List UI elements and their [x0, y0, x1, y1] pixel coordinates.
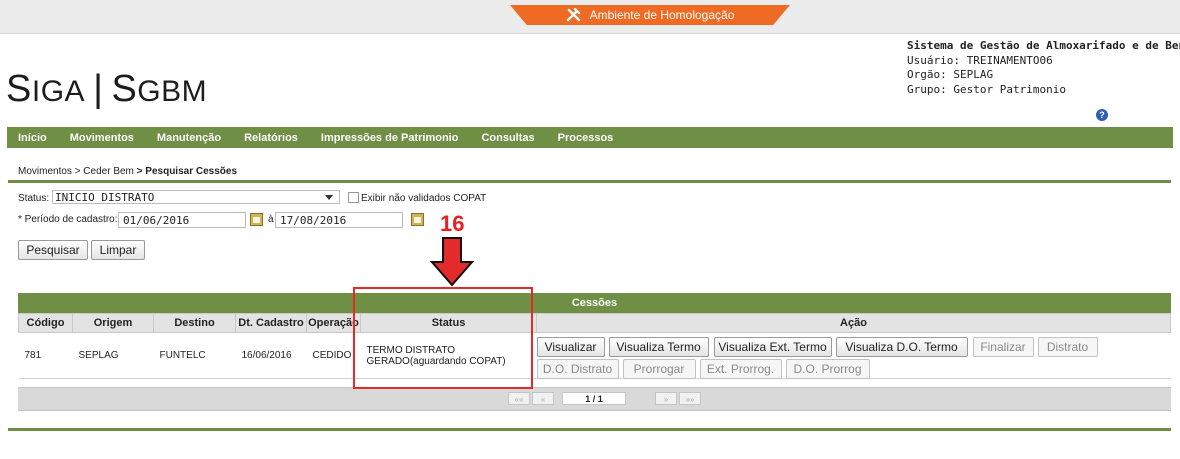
cell-dt-cadastro: 16/06/2016	[235, 332, 307, 379]
breadcrumb-movimentos[interactable]: Movimentos	[18, 166, 72, 177]
copat-checkbox-label: Exibir não validados COPAT	[361, 193, 487, 204]
visualiza-do-termo-button[interactable]: Visualiza D.O. Termo	[835, 337, 968, 357]
system-name: Sistema de Gestão de Almoxarifado e de B…	[907, 39, 1180, 52]
nav-item-manutencao[interactable]: Manutenção	[157, 132, 221, 144]
nav-item-relatorios[interactable]: Relatórios	[244, 132, 298, 144]
status-line-1: TERMO DISTRATO	[366, 344, 456, 356]
red-arrow-icon	[430, 237, 474, 287]
search-button[interactable]: Pesquisar	[18, 240, 88, 260]
table-header-row: Código Origem Destino Dt. Cadastro Opera…	[18, 313, 1171, 333]
first-page-button[interactable]: ««	[508, 392, 530, 405]
cell-destino: FUNTELC	[153, 332, 236, 379]
ext-prorrog-button[interactable]: Ext. Prorrog.	[699, 359, 782, 379]
system-info: Sistema de Gestão de Almoxarifado e de B…	[907, 39, 1180, 97]
date-to-input[interactable]: 17/08/2016	[275, 212, 403, 228]
nav-item-consultas[interactable]: Consultas	[481, 132, 534, 144]
last-page-button[interactable]: »»	[679, 392, 701, 405]
status-label: Status:	[18, 193, 50, 204]
clear-button[interactable]: Limpar	[91, 240, 145, 260]
distrato-button[interactable]: Distrato	[1037, 337, 1098, 357]
date-separator: à	[268, 214, 274, 225]
chevron-down-icon	[325, 195, 333, 200]
page-indicator: 1 / 1	[562, 392, 626, 405]
breadcrumb-ceder-bem[interactable]: > Ceder Bem	[75, 166, 134, 177]
col-origem: Origem	[72, 313, 154, 333]
main-nav: Início Movimentos Manutenção Relatórios …	[7, 127, 1173, 148]
pagination: «« « 1 / 1 » »»	[18, 387, 1171, 411]
environment-label: Ambiente de Homologação	[589, 8, 735, 22]
siga-sgbm-logo: SIGA | SGBM	[6, 68, 208, 110]
nav-item-processos[interactable]: Processos	[558, 132, 614, 144]
do-distrato-button[interactable]: D.O. Distrato	[536, 359, 619, 379]
breadcrumb-current: > Pesquisar Cessões	[136, 166, 238, 177]
visualizar-button[interactable]: Visualizar	[536, 337, 605, 357]
prev-page-button[interactable]: «	[532, 392, 554, 405]
do-prorrog-button[interactable]: D.O. Prorrog	[785, 359, 870, 379]
tools-icon	[566, 8, 580, 22]
status-select[interactable]: INICIO DISTRATO	[52, 190, 340, 204]
divider	[8, 180, 1171, 183]
cell-operacao: CEDIDO	[306, 332, 361, 379]
finalizar-button[interactable]: Finalizar	[972, 337, 1034, 357]
step-annotation: 16	[440, 211, 465, 236]
cell-codigo: 781	[18, 332, 73, 379]
period-label: * Período de cadastro:	[18, 214, 118, 225]
org-info: Orgão: SEPLAG	[907, 68, 994, 81]
nav-item-movimentos[interactable]: Movimentos	[70, 132, 134, 144]
user-info: Usuário: TREINAMENTO06	[907, 53, 1053, 67]
table-title: Cessões	[18, 293, 1171, 313]
footer-divider	[8, 428, 1171, 431]
visualiza-ext-termo-button[interactable]: Visualiza Ext. Termo	[713, 337, 832, 357]
col-operacao: Operação	[306, 313, 361, 333]
top-bar: Ambiente de Homologação	[0, 0, 1180, 34]
date-from-input[interactable]: 01/06/2016	[118, 212, 246, 228]
col-destino: Destino	[153, 313, 236, 333]
table-row: 781 SEPLAG FUNTELC 16/06/2016 CEDIDO TER…	[18, 332, 1171, 379]
prorrogar-button[interactable]: Prorrogar	[622, 359, 696, 379]
calendar-icon[interactable]	[250, 213, 263, 226]
environment-banner: Ambiente de Homologação	[510, 5, 790, 25]
status-line-2: GERADO(aguardando COPAT)	[366, 355, 506, 367]
calendar-icon[interactable]	[411, 213, 424, 226]
breadcrumb: Movimentos > Ceder Bem > Pesquisar Cessõ…	[18, 166, 237, 177]
next-page-button[interactable]: »	[655, 392, 677, 405]
col-acao: Ação	[536, 313, 1171, 333]
cessoes-table: Código Origem Destino Dt. Cadastro Opera…	[18, 313, 1171, 379]
group-info: Grupo: Gestor Patrimonio	[907, 82, 1066, 96]
nav-item-inicio[interactable]: Início	[18, 132, 47, 144]
cell-acao: Visualizar Visualiza Termo Visualiza Ext…	[536, 332, 1171, 379]
copat-checkbox[interactable]	[348, 192, 359, 203]
cell-origem: SEPLAG	[72, 332, 154, 379]
help-icon[interactable]: ?	[1096, 109, 1108, 121]
nav-item-impressoes[interactable]: Impressões de Patrimonio	[321, 132, 459, 144]
col-codigo: Código	[18, 313, 73, 333]
col-dt-cadastro: Dt. Cadastro	[235, 313, 307, 333]
col-status: Status	[360, 313, 537, 333]
cell-status: TERMO DISTRATO GERADO(aguardando COPAT)	[360, 332, 537, 379]
visualiza-termo-button[interactable]: Visualiza Termo	[608, 337, 709, 357]
